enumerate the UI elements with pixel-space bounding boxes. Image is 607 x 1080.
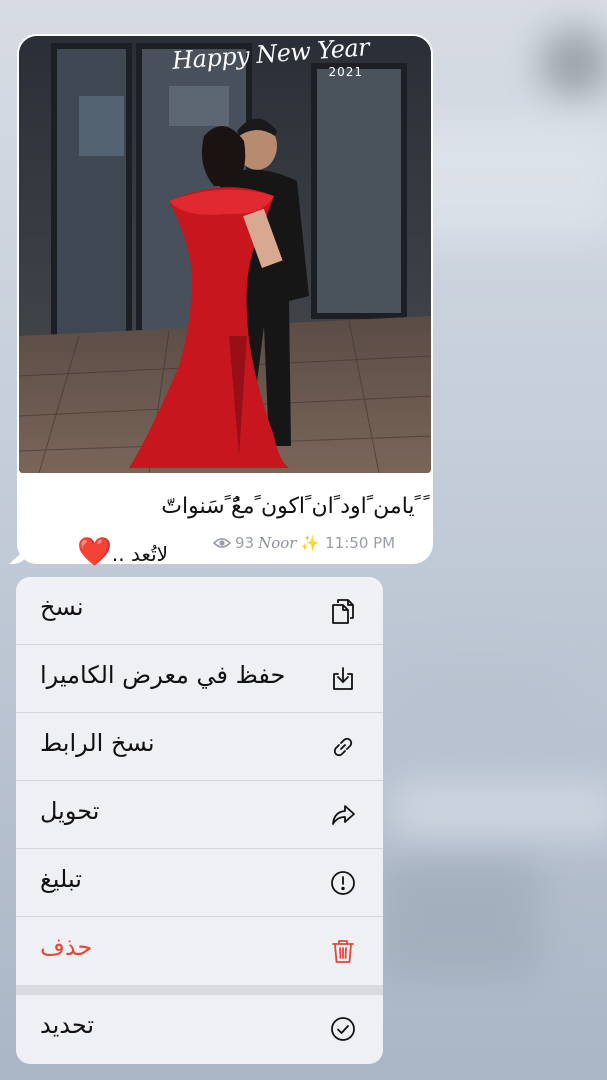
message-caption: ً ًيامن ًاود ًان ًاكون ًمعًٌ ًسَنواتّ — [21, 487, 421, 527]
forward-icon — [329, 801, 357, 829]
view-count: 93 — [235, 534, 255, 552]
menu-section-divider — [16, 985, 383, 995]
background-avatar-blur — [540, 28, 607, 98]
menu-item-copy-link[interactable]: نسخ الرابط — [16, 713, 383, 781]
background-bubble-blur — [390, 780, 607, 840]
menu-item-report[interactable]: تبليغ — [16, 849, 383, 917]
select-check-icon — [329, 1015, 357, 1043]
message-bubble[interactable]: Happy New Year 2021 ً ًيامن ًاود ًان ًاك… — [9, 34, 433, 568]
report-icon — [329, 869, 357, 897]
author-signature: Noor — [258, 534, 297, 552]
menu-item-save-to-gallery[interactable]: حفظ في معرض الكاميرا — [16, 645, 383, 713]
menu-item-select[interactable]: تحديد — [16, 995, 383, 1064]
menu-item-label: تحديد — [40, 1011, 95, 1039]
eye-icon — [213, 536, 231, 550]
caption-line-1: ً ًيامن ًاود ًان ًاكون ًمعًٌ ًسَنواتّ — [161, 494, 421, 519]
menu-item-copy[interactable]: نسخ — [16, 577, 383, 645]
menu-item-label: تبليغ — [40, 865, 82, 893]
background-bubble-blur — [400, 660, 560, 740]
save-to-gallery-icon — [329, 665, 357, 693]
caption-line-2-row: لاتُعد ..❤️ — [77, 535, 168, 568]
trash-icon — [329, 937, 357, 965]
message-photo[interactable]: Happy New Year 2021 — [19, 36, 431, 473]
context-menu: نسخ حفظ في معرض الكاميرا نسخ الرابط تحوي… — [16, 577, 383, 1064]
link-icon — [329, 733, 357, 761]
menu-item-label: حذف — [40, 933, 93, 961]
photo-illustration — [19, 36, 431, 473]
caption-line-2: لاتُعد .. — [111, 542, 169, 566]
heart-emoji: ❤️ — [77, 535, 112, 568]
bubble-tail — [9, 546, 29, 564]
message-time: 11:50 PM — [325, 534, 396, 552]
menu-item-label: حفظ في معرض الكاميرا — [40, 661, 286, 689]
message-meta: 93 Noor ✨ 11:50 PM — [213, 534, 395, 552]
background-bubble-blur — [380, 860, 540, 980]
photo-overlay-year: 2021 — [328, 65, 363, 79]
menu-item-label: تحويل — [40, 797, 100, 825]
menu-item-label: نسخ — [40, 593, 84, 621]
menu-item-delete[interactable]: حذف — [16, 917, 383, 985]
sparkle-emoji: ✨ — [300, 534, 320, 552]
menu-item-label: نسخ الرابط — [40, 729, 155, 757]
menu-item-forward[interactable]: تحويل — [16, 781, 383, 849]
copy-icon — [329, 597, 357, 625]
